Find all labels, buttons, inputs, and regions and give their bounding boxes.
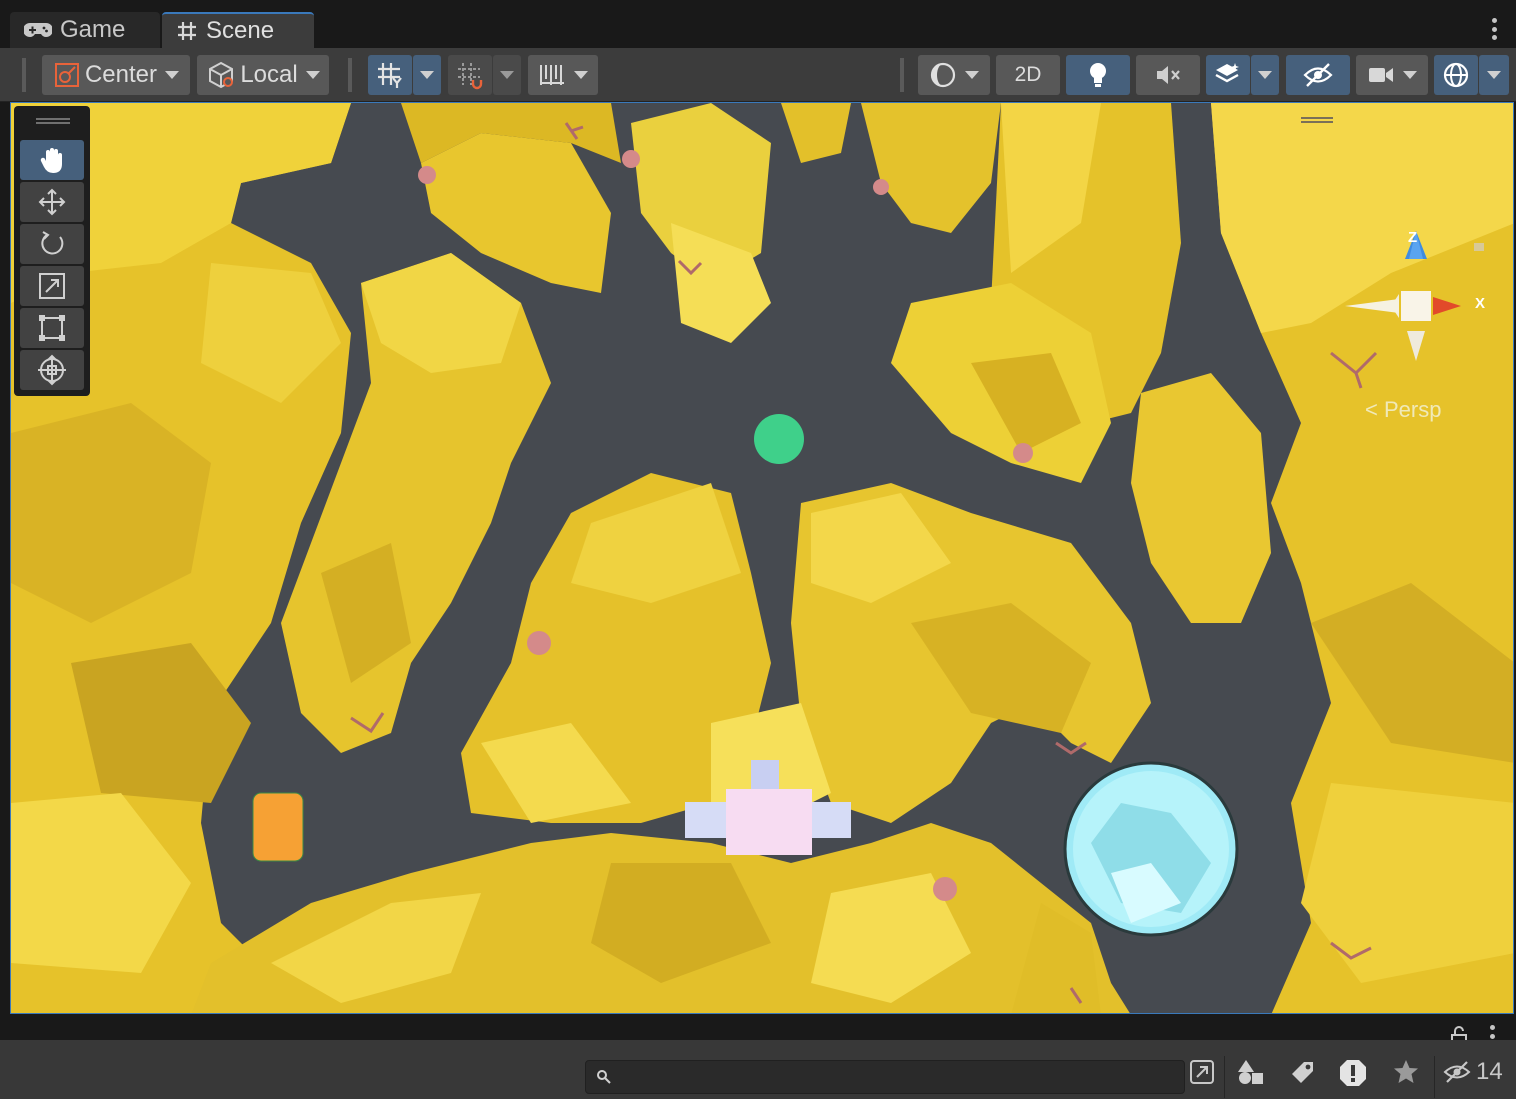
search-field[interactable]	[585, 1060, 1185, 1094]
tab-scene[interactable]: Scene	[162, 12, 314, 48]
audio-mute-icon	[1154, 62, 1182, 88]
shaded-sphere-icon	[929, 61, 957, 89]
ruler-icon	[538, 62, 566, 88]
shapes-filter-icon	[1236, 1058, 1266, 1086]
increment-snap-dropdown[interactable]	[528, 55, 598, 95]
effects-layers-icon	[1213, 61, 1243, 89]
hidden-count: 14	[1476, 1058, 1503, 1085]
tab-game[interactable]: Game	[10, 12, 160, 48]
projection-label[interactable]: < Persp	[1365, 397, 1441, 423]
warning-icon	[1338, 1058, 1368, 1088]
tab-scene-label: Scene	[206, 17, 275, 44]
grid-y-icon	[375, 60, 405, 90]
lightbulb-icon	[1086, 61, 1110, 89]
tab-bar: Game Scene	[0, 0, 1516, 48]
tab-game-label: Game	[60, 16, 126, 43]
move-arrows-icon	[37, 187, 67, 217]
scene-camera-dropdown[interactable]	[1356, 55, 1428, 95]
scene-viewport[interactable]: Z X < Persp	[10, 102, 1514, 1014]
mode-2d-button[interactable]: 2D	[996, 55, 1060, 95]
bottom-bar: 14	[0, 1040, 1516, 1099]
axis-x-label: X	[1475, 295, 1486, 312]
favorites-button[interactable]	[1392, 1058, 1420, 1086]
goal-marker[interactable]	[754, 414, 804, 464]
transform-tool[interactable]	[20, 350, 84, 390]
grid-snap-icon	[455, 60, 485, 90]
rect-transform-icon	[37, 313, 67, 343]
toolbar-grip[interactable]	[348, 58, 352, 92]
grid-visibility-button[interactable]	[368, 55, 412, 95]
gizmos-dropdown[interactable]	[1479, 55, 1509, 95]
camera-icon	[1367, 64, 1395, 86]
portal-sphere[interactable]	[1063, 761, 1239, 937]
pivot-center-dropdown[interactable]: Center	[42, 55, 190, 95]
scene-audio-button[interactable]	[1136, 55, 1200, 95]
open-window-button[interactable]	[1188, 1058, 1216, 1086]
rect-tool[interactable]	[20, 308, 84, 348]
scene-visibility-button[interactable]	[1286, 55, 1350, 95]
move-tool[interactable]	[20, 182, 84, 222]
pivot-space-dropdown[interactable]: Local	[197, 55, 329, 95]
star-icon	[1392, 1058, 1420, 1086]
grid-visibility-dropdown[interactable]	[413, 55, 441, 95]
tool-palette	[14, 106, 90, 396]
toolbar-grip[interactable]	[22, 58, 26, 92]
filter-label-button[interactable]	[1288, 1058, 1316, 1086]
hand-icon	[37, 145, 67, 175]
rotate-icon	[37, 229, 67, 259]
gamepad-icon	[24, 21, 52, 39]
orientation-gizmo[interactable]: Z X < Persp	[1341, 221, 1491, 423]
open-external-icon	[1188, 1058, 1216, 1086]
tab-menu-icon[interactable]	[1492, 18, 1498, 40]
scene-lighting-button[interactable]	[1066, 55, 1130, 95]
search-input[interactable]	[618, 1065, 1178, 1089]
rotate-tool[interactable]	[20, 224, 84, 264]
hidden-eye-icon	[1302, 62, 1334, 88]
local-cube-icon	[206, 60, 236, 90]
draw-mode-dropdown[interactable]	[918, 55, 990, 95]
axis-z-label: Z	[1408, 229, 1418, 246]
pivot-icon	[53, 61, 81, 89]
pivot-label: Center	[84, 61, 158, 88]
grid-hash-icon	[176, 20, 198, 42]
hand-tool[interactable]	[20, 140, 84, 180]
grid-snap-dropdown[interactable]	[493, 55, 521, 95]
tag-icon	[1288, 1058, 1316, 1086]
scene-toolbar: Center Local 2D	[0, 48, 1516, 102]
scale-icon	[37, 271, 67, 301]
hidden-objects-toggle[interactable]: 14	[1442, 1058, 1503, 1086]
gizmo-globe-icon	[1441, 60, 1471, 90]
palette-drag-handle[interactable]	[36, 118, 70, 124]
hidden-eye-icon	[1442, 1059, 1472, 1085]
scale-tool[interactable]	[20, 266, 84, 306]
gizmos-button[interactable]	[1434, 55, 1478, 95]
transform-icon	[36, 354, 68, 386]
search-icon	[596, 1069, 612, 1085]
mode-2d-label: 2D	[1014, 63, 1042, 86]
overlay-drag-handle[interactable]	[1301, 117, 1333, 123]
grid-snap-button[interactable]	[448, 55, 492, 95]
scene-effects-dropdown[interactable]	[1251, 55, 1279, 95]
filter-errors-button[interactable]	[1338, 1058, 1368, 1088]
scene-render[interactable]	[11, 103, 1514, 1014]
toolbar-grip[interactable]	[900, 58, 904, 92]
player-block[interactable]	[252, 792, 304, 862]
filter-type-button[interactable]	[1236, 1058, 1266, 1086]
space-label: Local	[240, 61, 298, 88]
scene-effects-button[interactable]	[1206, 55, 1250, 95]
